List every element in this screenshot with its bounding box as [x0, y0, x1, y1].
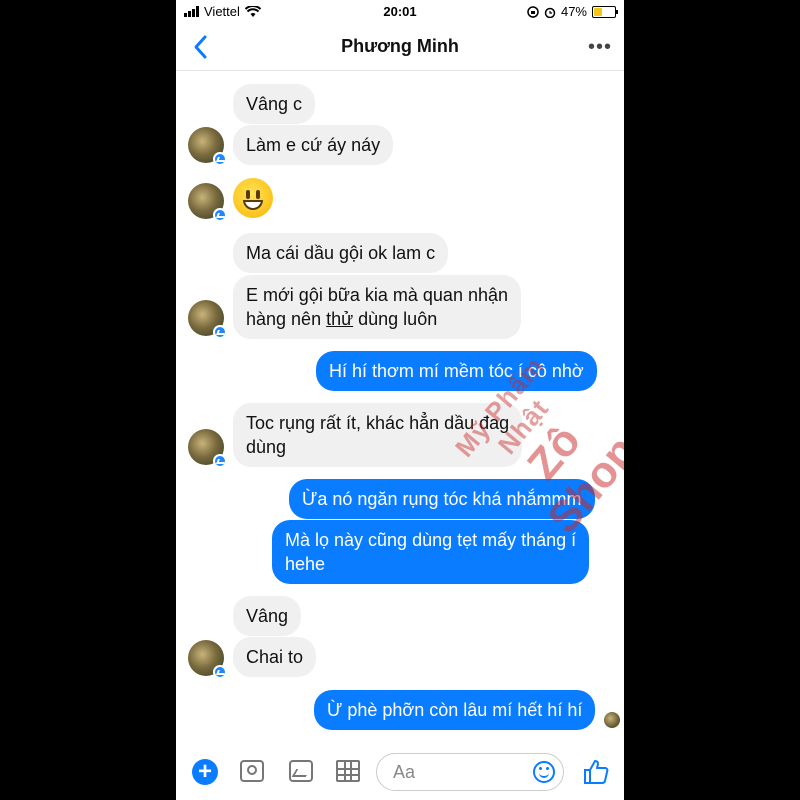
avatar[interactable] [188, 127, 227, 166]
message-bubble[interactable]: Vâng [233, 596, 302, 636]
message-input-placeholder: Aa [393, 762, 416, 782]
avatar[interactable] [188, 300, 227, 339]
avatar[interactable] [188, 183, 227, 222]
message-bubble-sent[interactable]: Ừa nó ngăn rụng tóc khá nhắmmm [289, 479, 595, 519]
message-line: E mới gội bữa kia mà quan nhận [246, 285, 509, 305]
message-bubble[interactable]: E mới gội bữa kia mà quan nhận hàng nên … [233, 275, 522, 339]
sticker-grid-icon[interactable] [336, 760, 360, 782]
message-line: hàng nên [246, 309, 327, 329]
plus-icon[interactable]: + [192, 759, 218, 785]
alarm-icon [544, 7, 556, 18]
messenger-screen: Viettel 20:01 47% Phương Minh ••• Vâng c… [176, 0, 624, 800]
orientation-lock-icon [527, 5, 539, 18]
messenger-badge-icon [213, 665, 227, 679]
message-bubble-sent[interactable]: Mà lọ này cũng dùng tẹt mấy tháng í hehe [272, 520, 590, 584]
messenger-badge-icon [213, 208, 227, 222]
chat-header: Phương Minh ••• [176, 24, 624, 71]
grinning-face-icon[interactable] [233, 178, 273, 218]
battery-icon [592, 5, 618, 18]
camera-icon[interactable] [240, 760, 264, 782]
message-line: Mà lọ này cũng dùng tẹt mấy tháng í [285, 530, 577, 550]
message-bubble[interactable]: Ma cái dầu gội ok lam c [233, 233, 449, 273]
messenger-badge-icon [213, 325, 227, 339]
message-bubble[interactable]: Vâng c [233, 84, 316, 124]
messenger-badge-icon [213, 152, 227, 166]
underlined-word: thử [326, 309, 354, 329]
message-line: hehe [285, 554, 326, 574]
message-line: dùng [246, 437, 287, 457]
like-icon[interactable] [582, 758, 610, 786]
battery-level [594, 7, 603, 16]
battery-percent: 47% [560, 4, 587, 19]
emoji-icon[interactable] [533, 761, 555, 783]
read-receipt-avatar [604, 712, 620, 728]
message-bubble[interactable]: Làm e cứ áy náy [233, 125, 394, 165]
message-bubble-sent[interactable]: Ừ phè phỡn còn lâu mí hết hí hí [314, 690, 596, 730]
message-line: Toc rụng rất ít, khác hẳn dầu đag [246, 413, 510, 433]
gallery-icon[interactable] [289, 760, 313, 782]
avatar[interactable] [188, 429, 227, 468]
message-bubble[interactable]: Toc rụng rất ít, khác hẳn dầu đag dùng [233, 403, 523, 467]
message-bubble-sent[interactable]: Hí hí thơm mí mềm tóc í cô nhờ [316, 351, 597, 391]
message-line: dùng luôn [353, 309, 438, 329]
status-bar: Viettel 20:01 47% [176, 0, 624, 24]
composer-bar: + Aa [176, 742, 624, 800]
message-bubble[interactable]: Chai to [233, 637, 317, 677]
status-right: 47% [527, 4, 618, 19]
more-dots-icon[interactable]: ••• [588, 36, 612, 59]
avatar[interactable] [188, 640, 227, 679]
message-input[interactable]: Aa [376, 753, 564, 791]
messenger-badge-icon [213, 454, 227, 468]
contact-name[interactable]: Phương Minh [176, 36, 624, 57]
